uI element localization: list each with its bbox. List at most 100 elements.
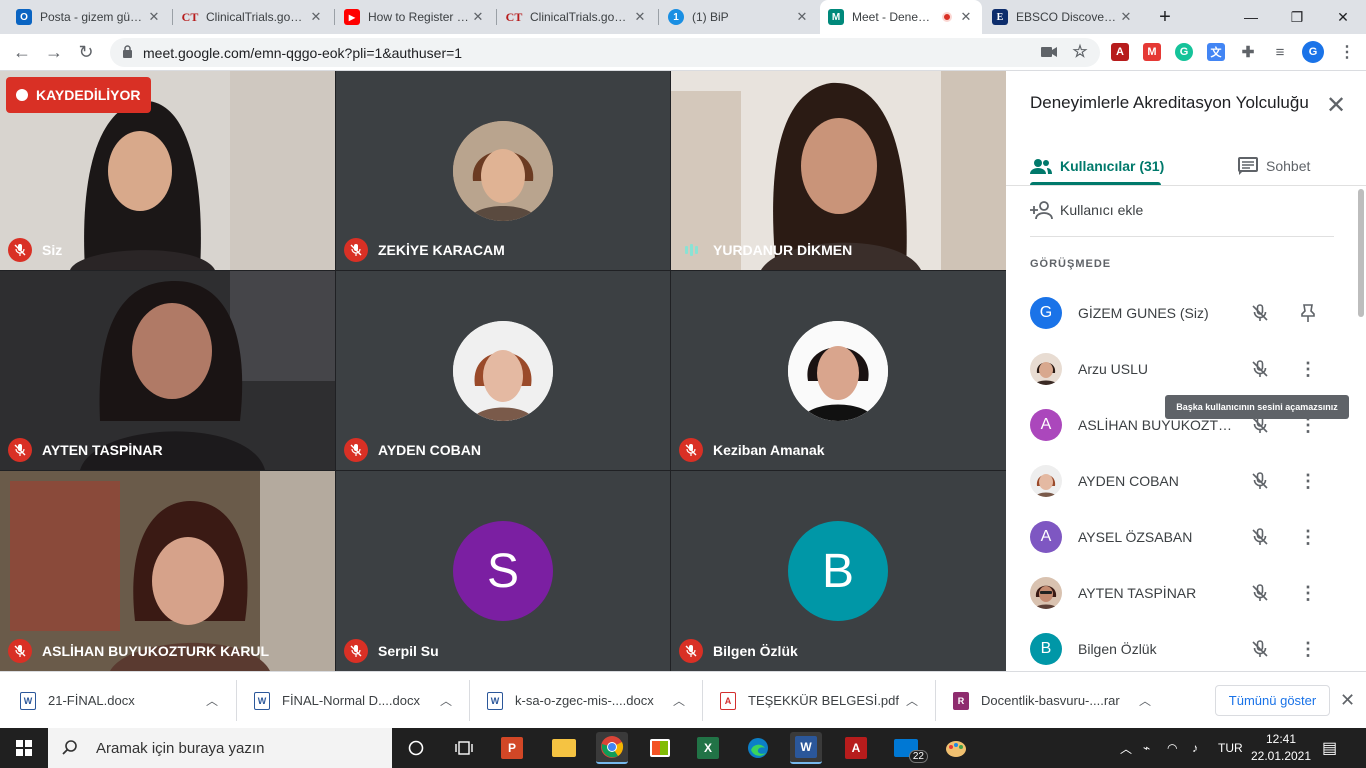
more-options-icon[interactable]: ⋮ bbox=[1296, 525, 1320, 549]
tab-clinicaltrials-1[interactable]: CT ClinicalTrials.gov P... ✕ bbox=[174, 0, 332, 34]
mic-off-icon[interactable] bbox=[1248, 525, 1272, 549]
participant-tile-zekiye[interactable]: ZEKİYE KARACAM bbox=[336, 71, 670, 270]
acrobat-icon[interactable]: A bbox=[840, 732, 872, 764]
tab-ebsco[interactable]: E EBSCO Discovery S... ✕ bbox=[984, 0, 1142, 34]
wifi-icon[interactable]: ◠ bbox=[1167, 728, 1177, 768]
participant-tile-ayten[interactable]: AYTEN TASPİNAR bbox=[0, 271, 335, 470]
participant-row[interactable]: AYDEN COBAN ⋮ bbox=[1030, 453, 1340, 509]
network-icon[interactable]: ⌁ bbox=[1143, 728, 1150, 768]
cortana-icon[interactable] bbox=[400, 732, 432, 764]
edge-icon[interactable] bbox=[742, 732, 774, 764]
pin-icon[interactable] bbox=[1296, 301, 1320, 325]
powerpoint-icon[interactable]: P bbox=[496, 732, 528, 764]
new-tab-button[interactable]: + bbox=[1142, 0, 1188, 34]
chevron-up-icon[interactable]: ︿ bbox=[206, 692, 218, 709]
close-panel-icon[interactable]: ✕ bbox=[1326, 91, 1346, 120]
mail-icon[interactable]: 22 bbox=[890, 732, 928, 764]
task-view-icon[interactable] bbox=[448, 732, 480, 764]
tab-outlook[interactable]: O Posta - gizem güneş ✕ bbox=[8, 0, 170, 34]
camera-icon[interactable] bbox=[1040, 43, 1058, 61]
volume-icon[interactable]: ♪ bbox=[1192, 728, 1198, 768]
tab-close-icon[interactable]: ✕ bbox=[1118, 9, 1134, 25]
more-options-icon[interactable]: ⋮ bbox=[1296, 637, 1320, 661]
download-item[interactable]: A TEŞEKKÜR BELGESİ.pdf ︿ bbox=[720, 672, 930, 729]
media-control-icon[interactable]: ≡ bbox=[1271, 43, 1289, 61]
chevron-up-icon[interactable]: ︿ bbox=[440, 692, 452, 709]
forward-arrow-icon[interactable]: → bbox=[42, 40, 66, 64]
tab-clinicaltrials-2[interactable]: CT ClinicalTrials.gov P... ✕ bbox=[498, 0, 656, 34]
participant-tile-yurdanur[interactable]: YURDANUR DİKMEN bbox=[671, 71, 1006, 270]
back-arrow-icon[interactable]: ← bbox=[10, 40, 34, 64]
download-item[interactable]: W 21-FİNAL.docx ︿ bbox=[20, 672, 230, 729]
acrobat-extension-icon[interactable]: A bbox=[1111, 43, 1129, 61]
tab-close-icon[interactable]: ✕ bbox=[308, 9, 324, 25]
participant-tile-keziban[interactable]: Keziban Amanak bbox=[671, 271, 1006, 470]
participant-tile-aslihan[interactable]: ASLİHAN BUYUKOZTURK KARUL bbox=[0, 471, 335, 671]
chevron-up-icon[interactable]: ︿ bbox=[673, 692, 685, 709]
participant-tile-bilgen[interactable]: B Bilgen Özlük bbox=[671, 471, 1006, 671]
mendeley-extension-icon[interactable]: M bbox=[1143, 43, 1161, 61]
download-item[interactable]: W FİNAL-Normal D....docx ︿ bbox=[254, 672, 464, 729]
tile-name-label: Keziban Amanak bbox=[713, 442, 825, 458]
menu-kebab-icon[interactable]: ⋮ bbox=[1338, 43, 1356, 61]
tab-chat[interactable]: Sohbet bbox=[1238, 147, 1310, 185]
bookmark-star-icon[interactable]: ☆ bbox=[1071, 42, 1089, 61]
tab-close-icon[interactable]: ✕ bbox=[632, 9, 648, 25]
mic-off-icon[interactable] bbox=[1248, 301, 1272, 325]
grammarly-extension-icon[interactable]: G bbox=[1175, 43, 1193, 61]
tab-close-icon[interactable]: ✕ bbox=[146, 9, 162, 25]
mic-off-icon[interactable] bbox=[1248, 581, 1272, 605]
close-downloads-icon[interactable]: ✕ bbox=[1340, 690, 1355, 711]
participant-row[interactable]: AYTEN TASPİNAR ⋮ bbox=[1030, 565, 1340, 621]
download-item[interactable]: W k-sa-o-zgec-mis-....docx ︿ bbox=[487, 672, 697, 729]
tab-meet[interactable]: M Meet - Deneyimler... ✕ bbox=[820, 0, 982, 34]
participant-row[interactable]: A AYSEL ÖZSABAN ⋮ bbox=[1030, 509, 1340, 565]
windows-start-icon[interactable] bbox=[0, 728, 48, 768]
mic-off-icon[interactable] bbox=[1248, 637, 1272, 661]
tab-youtube[interactable]: ▶ How to Register or... ✕ bbox=[336, 0, 494, 34]
url-text: meet.google.com/emn-qggo-eok?pli=1&authu… bbox=[143, 44, 463, 61]
mic-off-icon[interactable] bbox=[1248, 469, 1272, 493]
panel-scrollbar[interactable] bbox=[1358, 189, 1364, 317]
window-close-button[interactable]: ✕ bbox=[1320, 0, 1366, 34]
participant-row[interactable]: G GİZEM GUNES (Siz) bbox=[1030, 285, 1340, 341]
taskbar-search-input[interactable]: Aramak için buraya yazın bbox=[48, 728, 392, 768]
participant-tile-ayden[interactable]: AYDEN COBAN bbox=[336, 271, 670, 470]
chevron-up-icon[interactable]: ︿ bbox=[906, 692, 918, 709]
participant-row[interactable]: B Bilgen Özlük ⋮ bbox=[1030, 621, 1340, 671]
excel-icon[interactable]: X bbox=[692, 732, 724, 764]
chevron-up-icon[interactable]: ︿ bbox=[1139, 692, 1151, 709]
file-explorer-icon[interactable] bbox=[548, 732, 580, 764]
participant-tile-serpil[interactable]: S Serpil Su bbox=[336, 471, 670, 671]
tab-bip[interactable]: 1 (1) BiP ✕ bbox=[660, 0, 818, 34]
tab-close-icon[interactable]: ✕ bbox=[794, 9, 810, 25]
download-item[interactable]: R Docentlik-basvuru-....rar ︿ bbox=[953, 672, 1163, 729]
tab-close-icon[interactable]: ✕ bbox=[958, 9, 974, 25]
translate-extension-icon[interactable]: 文 bbox=[1207, 43, 1225, 61]
mic-off-icon[interactable] bbox=[1248, 357, 1272, 381]
clock[interactable]: 12:41 22.01.2021 bbox=[1250, 731, 1312, 765]
participant-row[interactable]: Arzu USLU ⋮ bbox=[1030, 341, 1340, 397]
profile-avatar[interactable]: G bbox=[1302, 41, 1324, 63]
more-options-icon[interactable]: ⋮ bbox=[1296, 581, 1320, 605]
restore-button[interactable]: ❐ bbox=[1274, 0, 1320, 34]
tray-chevron-up-icon[interactable]: ︿ bbox=[1120, 728, 1132, 768]
language-indicator[interactable]: TUR bbox=[1218, 728, 1243, 768]
show-all-button[interactable]: Tümünü göster bbox=[1215, 685, 1330, 716]
tab-close-icon[interactable]: ✕ bbox=[470, 9, 486, 25]
address-bar[interactable]: meet.google.com/emn-qggo-eok?pli=1&authu… bbox=[110, 38, 1100, 67]
word-icon[interactable]: W bbox=[790, 732, 822, 764]
store-icon[interactable] bbox=[644, 732, 676, 764]
add-user-button[interactable]: Kullanıcı ekle bbox=[1030, 199, 1143, 221]
tab-people[interactable]: Kullanıcılar (31) bbox=[1030, 147, 1164, 185]
participant-tile-self[interactable]: KAYDEDİLİYOR Siz bbox=[0, 71, 335, 270]
minimize-button[interactable]: — bbox=[1228, 0, 1274, 34]
reload-icon[interactable]: ↻ bbox=[74, 40, 98, 64]
more-options-icon[interactable]: ⋮ bbox=[1296, 469, 1320, 493]
notifications-icon[interactable]: ▤ bbox=[1322, 728, 1337, 768]
more-options-icon[interactable]: ⋮ bbox=[1296, 357, 1320, 381]
extensions-puzzle-icon[interactable]: ✚ bbox=[1239, 43, 1257, 61]
paint-icon[interactable] bbox=[940, 732, 972, 764]
chrome-icon[interactable] bbox=[596, 732, 628, 764]
tile-name: Bilgen Özlük bbox=[679, 639, 798, 663]
